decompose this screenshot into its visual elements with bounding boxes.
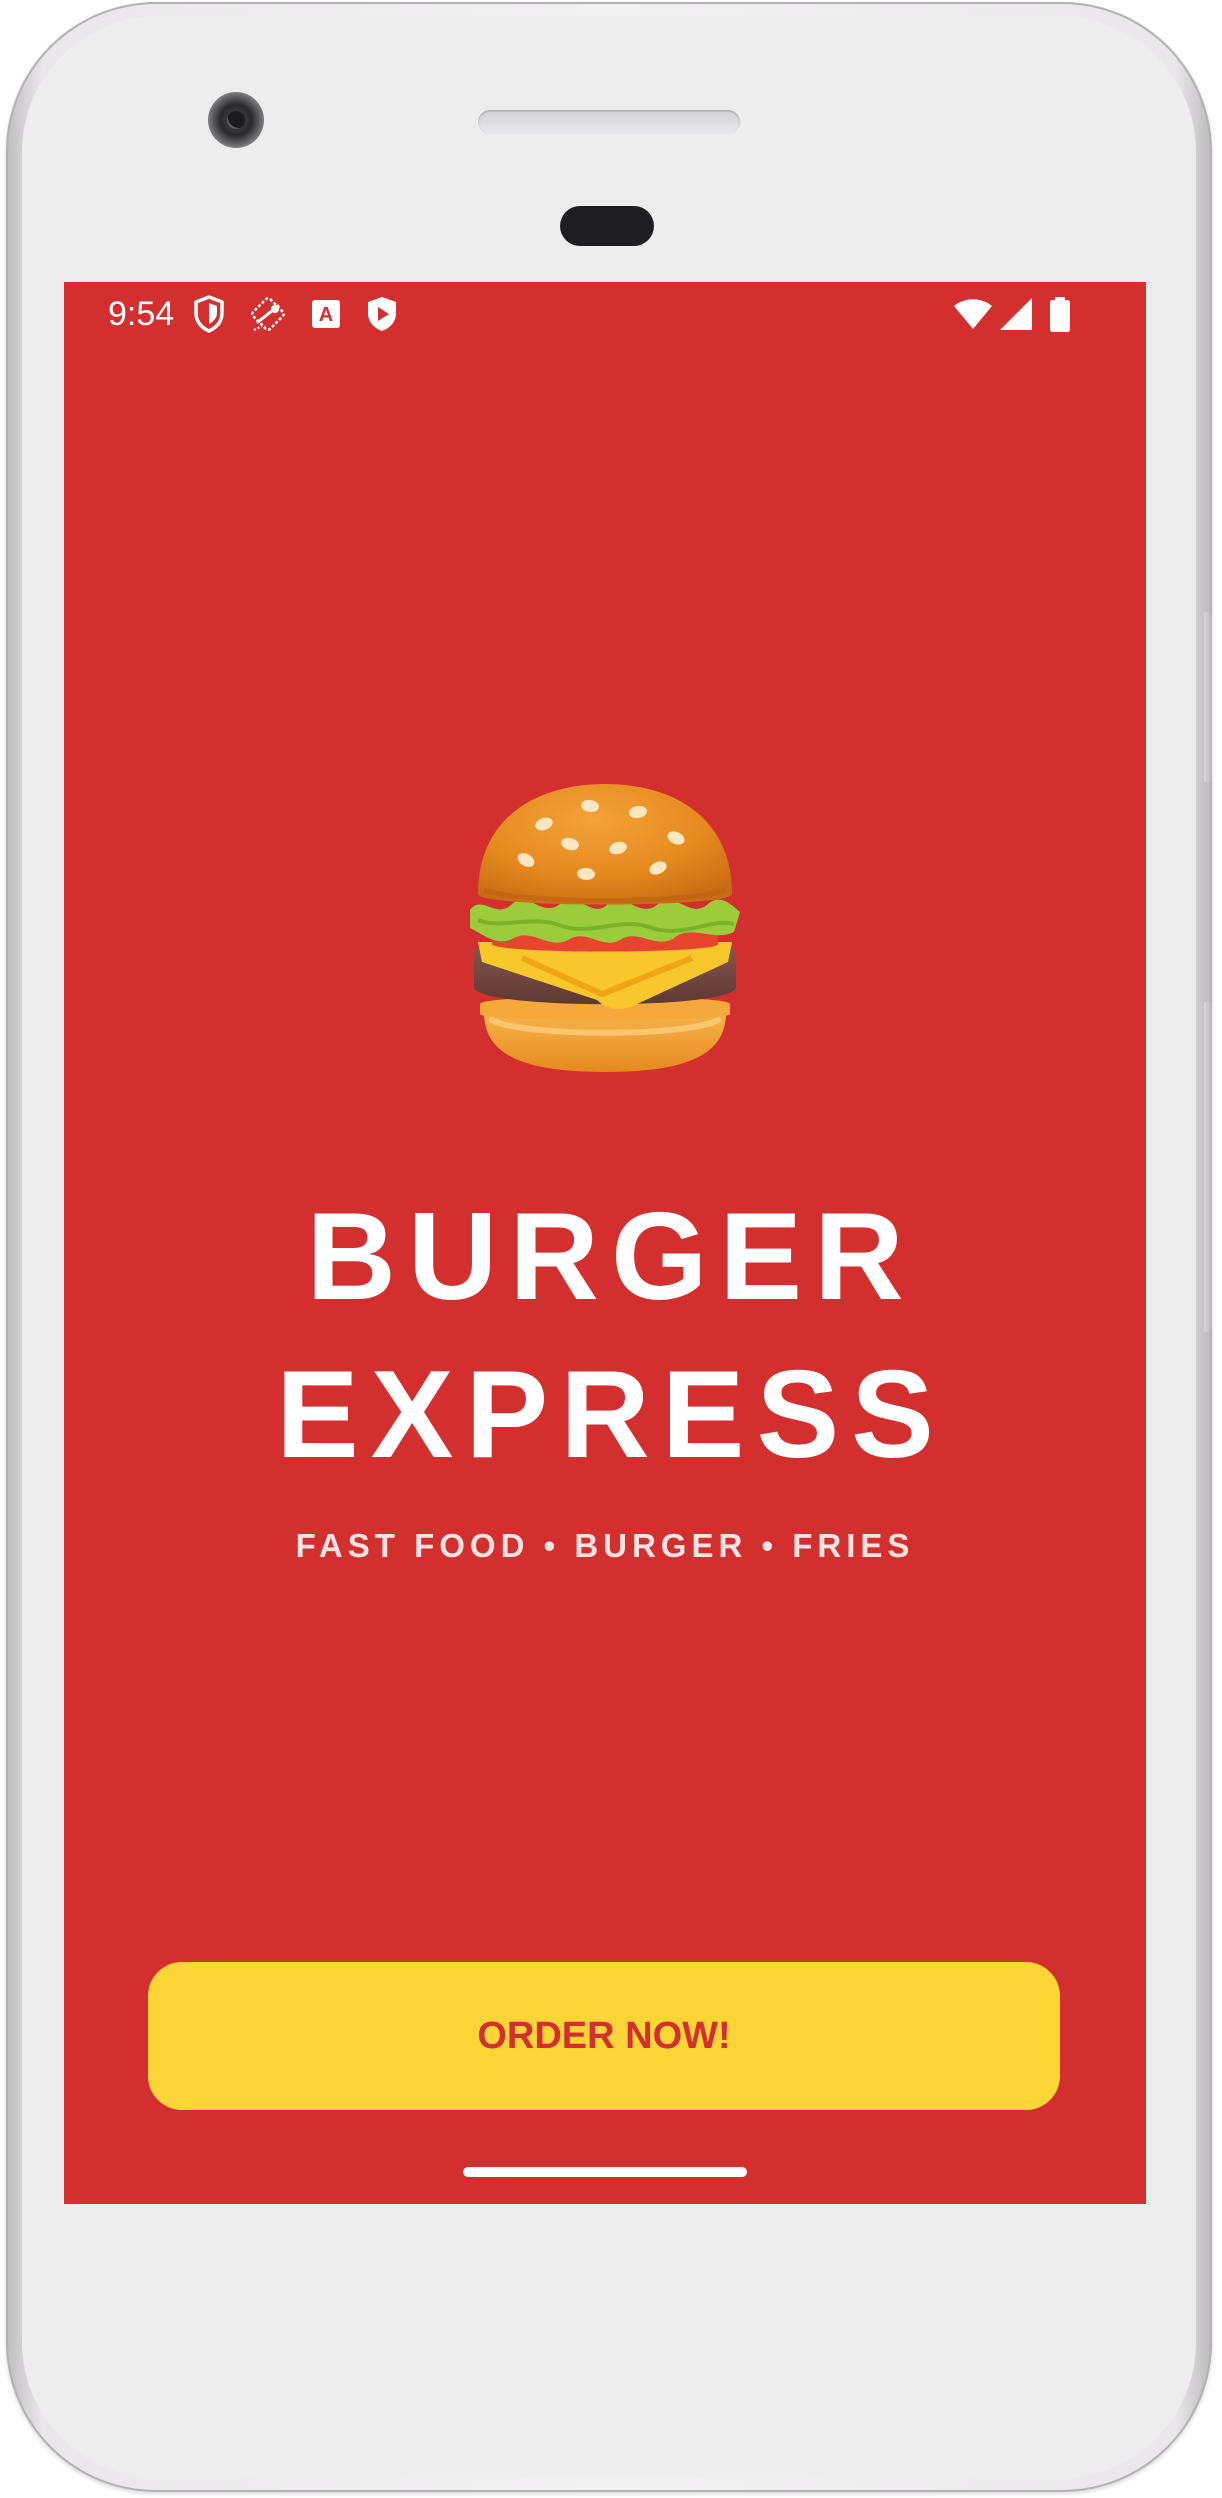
battery-icon (1050, 297, 1070, 332)
tagline: FAST FOOD • BURGER • FRIES (295, 1527, 915, 1564)
a-glyph: A (319, 304, 333, 326)
text-a-icon: A (312, 300, 340, 328)
app-title-line-2: EXPRESS (276, 1346, 946, 1484)
wifi-icon (954, 299, 992, 329)
front-camera (208, 92, 264, 148)
home-indicator[interactable] (463, 2167, 747, 2177)
tool-icon (251, 297, 285, 331)
shield-icon (194, 295, 224, 333)
speaker-grille (478, 110, 740, 134)
volume-button (1204, 1002, 1212, 1332)
status-bar: 9:54 A (64, 282, 1146, 346)
power-button (1204, 612, 1212, 782)
play-shield-icon (368, 297, 396, 331)
app-screen: 9:54 A BURGER EXPRESS FAST FOOD • BURGER… (64, 282, 1146, 2204)
signal-icon (1000, 298, 1032, 330)
burger-icon (470, 784, 740, 1072)
status-time: 9:54 (108, 295, 175, 333)
app-title-line-1: BURGER (306, 1188, 916, 1326)
order-now-button[interactable]: ORDER NOW! (148, 1962, 1060, 2110)
earpiece (560, 206, 654, 246)
